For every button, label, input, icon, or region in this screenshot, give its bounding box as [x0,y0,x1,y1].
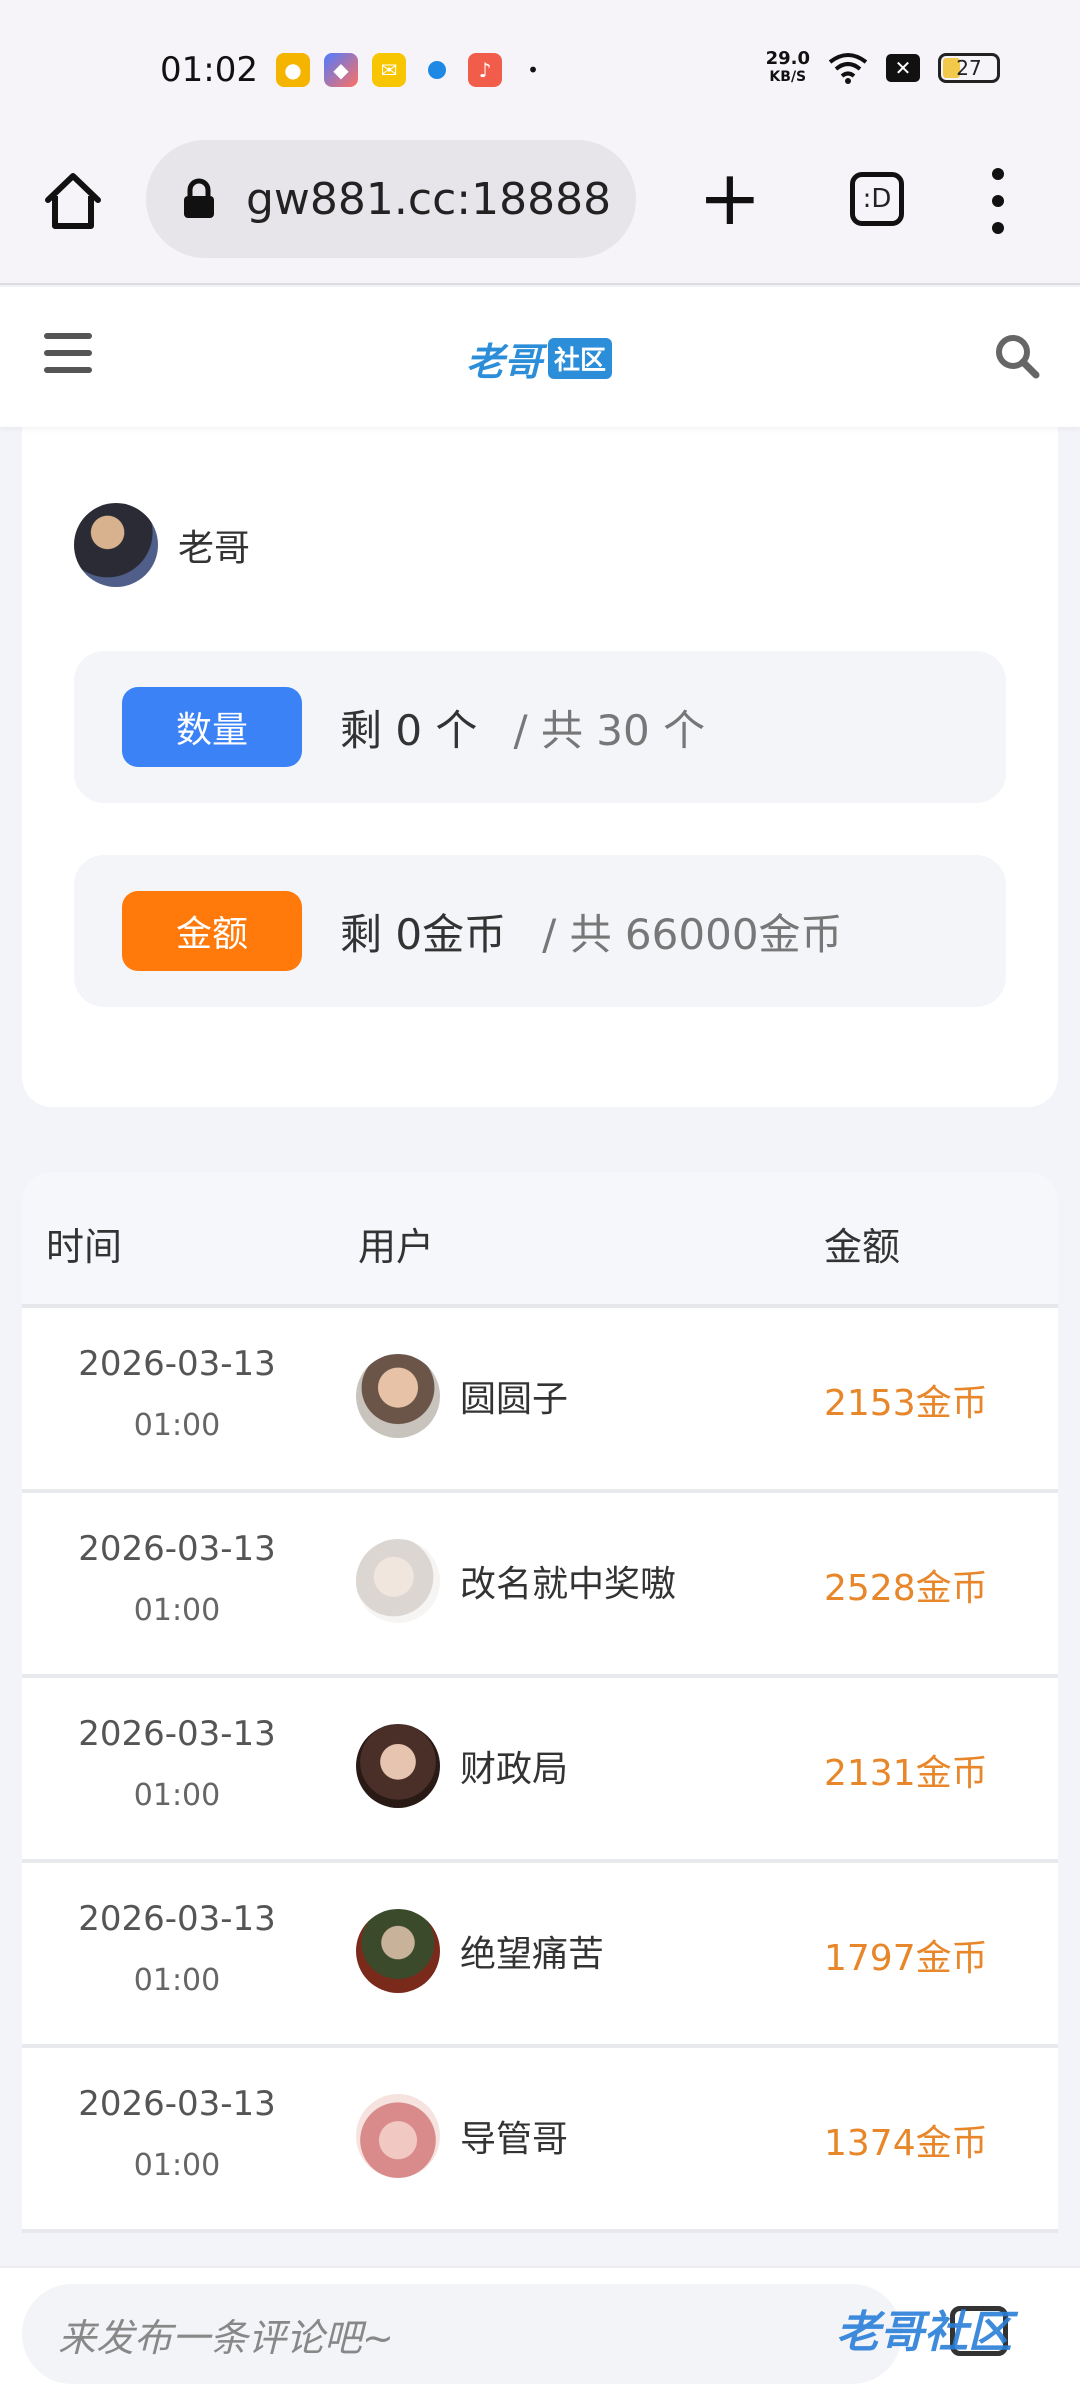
user-name[interactable]: 改名就中奖嗷 [460,1555,676,1607]
author-avatar[interactable] [74,503,158,587]
row-date: 2026-03-13 [78,1344,276,1384]
row-user[interactable]: 绝望痛苦 [356,1909,604,1993]
status-app-icons: ● ◆ ✉ ♪ • [276,53,550,87]
url-bar[interactable]: gw881.cc:18888 [146,140,636,258]
row-time: 01:00 [133,1778,221,1813]
comment-input[interactable]: 来发布一条评论吧~ [22,2284,902,2384]
row-date: 2026-03-13 [78,1899,276,1939]
user-name[interactable]: 圆圆子 [460,1370,568,1422]
author-info[interactable]: 老哥 [74,503,250,587]
user-avatar[interactable] [356,1354,440,1438]
table-row: 2026-03-13 01:00 绝望痛苦 1797金币 [22,1863,1058,2048]
header-time: 时间 [46,1225,123,1269]
amount-total: / 共 66000金币 [542,909,843,959]
red-packet-card: 老哥 数量 剩 0 个 / 共 30 个 金额 剩 0金币 / 共 66000金… [22,427,1058,1107]
status-time: 01:02 [160,50,258,90]
table-row: 2026-03-13 01:00 改名就中奖嗷 2528金币 [22,1493,1058,1678]
row-amount: 1797金币 [824,1938,988,1979]
amount-stat: 金额 剩 0金币 / 共 66000金币 [74,855,1006,1007]
user-name[interactable]: 财政局 [460,1740,568,1792]
table-header: 时间 用户 金额 [22,1172,1058,1308]
user-name[interactable]: 导管哥 [460,2110,568,2162]
row-amount: 2153金币 [824,1383,988,1424]
table-row: 2026-03-13 01:00 圆圆子 2153金币 [22,1308,1058,1493]
status-indicators: 29.0 KB/S ✕ 27 [766,50,1000,86]
row-user[interactable]: 导管哥 [356,2094,568,2178]
mail-icon: ✉ [372,53,406,87]
row-date: 2026-03-13 [78,1714,276,1754]
battery-level: 27 [956,56,982,80]
new-tab-button[interactable]: + [698,160,762,236]
browser-icon [420,53,454,87]
battery-indicator: 27 [938,53,1000,83]
amount-remaining: 剩 0金币 [340,909,507,959]
quantity-badge: 数量 [122,687,302,767]
row-time: 01:00 [133,1593,221,1628]
network-speed: 29.0 KB/S [766,50,810,86]
no-sim-icon: ✕ [886,54,920,82]
row-user[interactable]: 改名就中奖嗷 [356,1539,676,1623]
claim-records-table: 时间 用户 金额 2026-03-13 01:00 圆圆子 2153金币 202… [22,1172,1058,2233]
quantity-stat: 数量 剩 0 个 / 共 30 个 [74,651,1006,803]
hamburger-menu-icon[interactable] [44,333,92,373]
tabs-button[interactable]: :D [850,172,904,226]
row-time: 01:00 [133,2148,221,2183]
user-avatar[interactable] [356,1539,440,1623]
home-icon[interactable] [40,168,106,234]
network-speed-value: 29.0 [765,48,810,69]
row-date: 2026-03-13 [78,1529,276,1569]
more-menu-icon[interactable] [988,168,1008,234]
dot-icon: • [527,58,539,82]
user-avatar[interactable] [356,1909,440,1993]
url-text[interactable]: gw881.cc:18888 [246,174,611,225]
wifi-icon [828,53,868,84]
browser-toolbar: gw881.cc:18888 + :D [0,130,1080,285]
user-name[interactable]: 绝望痛苦 [460,1925,604,1977]
row-time: 01:00 [133,1963,221,1998]
quantity-remaining: 剩 0 个 [340,705,478,755]
table-row: 2026-03-13 01:00 财政局 2131金币 [22,1678,1058,1863]
amount-badge: 金额 [122,891,302,971]
header-amount: 金额 [824,1225,901,1269]
row-time: 01:00 [133,1408,221,1443]
quantity-total: / 共 30 个 [513,705,706,755]
logo-main-text: 老哥 [466,340,543,384]
header-user: 用户 [358,1225,435,1269]
shortcut-icon: ◆ [324,53,358,87]
author-name[interactable]: 老哥 [178,519,250,571]
status-bar: 01:02 ● ◆ ✉ ♪ • 29.0 KB/S ✕ 27 [0,0,1080,130]
row-amount: 2131金币 [824,1753,988,1794]
weibo-icon: ● [276,53,310,87]
site-logo[interactable]: 老哥 社区 [466,331,613,386]
row-amount: 1374金币 [824,2123,988,2164]
music-icon: ♪ [468,53,502,87]
table-row: 2026-03-13 01:00 导管哥 1374金币 [22,2048,1058,2233]
site-header: 老哥 社区 [0,287,1080,427]
user-avatar[interactable] [356,1724,440,1808]
lock-icon [184,178,214,218]
network-speed-unit: KB/S [769,69,807,85]
row-user[interactable]: 财政局 [356,1724,568,1808]
search-icon[interactable] [994,333,1040,379]
row-amount: 2528金币 [824,1568,988,1609]
watermark-logo: 老哥社区 [836,2307,1012,2358]
logo-sub-text: 社区 [548,338,613,379]
user-avatar[interactable] [356,2094,440,2178]
row-user[interactable]: 圆圆子 [356,1354,568,1438]
row-date: 2026-03-13 [78,2084,276,2124]
